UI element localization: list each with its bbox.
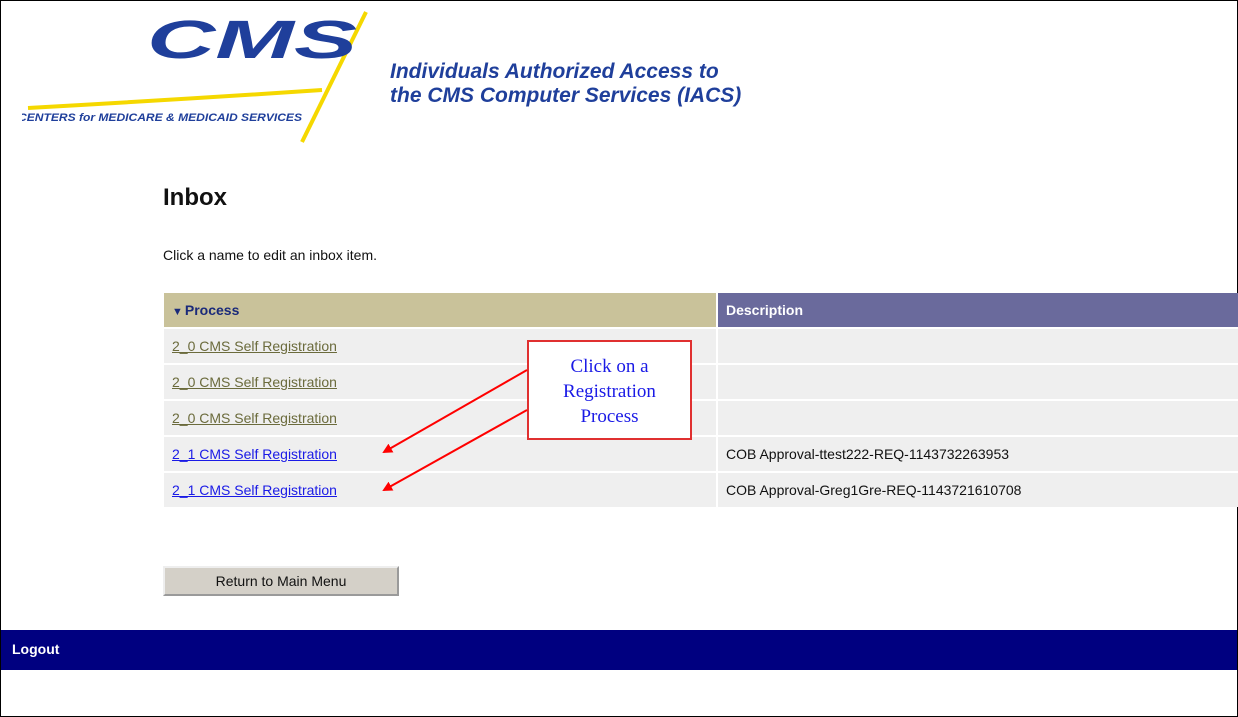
site-title-line2: the CMS Computer Services (IACS): [390, 84, 742, 107]
process-link[interactable]: 2_0 CMS Self Registration: [172, 374, 337, 390]
description-column-header[interactable]: Description: [717, 293, 1238, 328]
cms-logo: CMS CENTERS for MEDICARE & MEDICAID SERV…: [22, 10, 368, 143]
process-cell: 2_1 CMS Self Registration: [164, 435, 717, 472]
process-link[interactable]: 2_0 CMS Self Registration: [172, 338, 337, 354]
callout-line2: Registration: [563, 381, 656, 402]
process-link[interactable]: 2_0 CMS Self Registration: [172, 410, 337, 426]
logo-tagline: CENTERS for MEDICARE & MEDICAID SERVICES: [22, 112, 303, 124]
sort-down-icon: ▼: [172, 306, 183, 318]
process-link[interactable]: 2_1 CMS Self Registration: [172, 482, 337, 498]
process-column-label: Process: [184, 302, 240, 318]
callout-line1: Click on a: [570, 356, 649, 377]
logout-bar: Logout: [1, 630, 1237, 670]
process-cell: 2_1 CMS Self Registration: [164, 471, 717, 507]
description-cell: [716, 327, 1238, 364]
callout-line3: Process: [580, 406, 639, 427]
table-header-row: ▼ Process Description: [164, 293, 1238, 328]
logout-link[interactable]: Logout: [12, 641, 59, 657]
description-cell: [716, 363, 1238, 400]
logo-wordmark: CMS: [147, 10, 357, 70]
page-title: Inbox: [163, 184, 227, 211]
instruction-text: Click a name to edit an inbox item.: [163, 247, 377, 263]
table-row: 2_0 CMS Self Registration: [164, 399, 1238, 436]
return-to-main-menu-button[interactable]: Return to Main Menu: [163, 566, 399, 596]
table-row: 2_0 CMS Self Registration: [164, 363, 1238, 400]
inbox-table: ▼ Process Description 2_0 CMS Self Regist…: [164, 293, 1238, 507]
description-cell: COB Approval-ttest222-REQ-1143732263953: [716, 435, 1238, 472]
table-row: 2_1 CMS Self Registration COB Approval-G…: [164, 471, 1238, 507]
table-row: 2_0 CMS Self Registration: [164, 327, 1238, 364]
process-link[interactable]: 2_1 CMS Self Registration: [172, 446, 337, 462]
description-cell: COB Approval-Greg1Gre-REQ-1143721610708: [716, 471, 1238, 507]
callout-box: Click on a Registration Process: [527, 340, 692, 440]
description-cell: [716, 399, 1238, 436]
site-title: Individuals Authorized Access to the CMS…: [390, 60, 741, 108]
table-row: 2_1 CMS Self Registration COB Approval-t…: [164, 435, 1238, 472]
site-title-line1: Individuals Authorized Access to: [390, 60, 719, 83]
process-column-header[interactable]: ▼ Process: [164, 293, 718, 328]
